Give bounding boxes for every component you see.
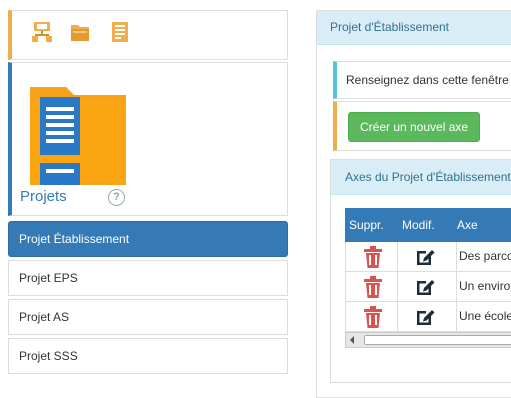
horizontal-scrollbar[interactable] xyxy=(345,332,511,348)
scroll-left-icon[interactable] xyxy=(350,336,354,344)
create-axis-button[interactable]: Créer un nouvel axe xyxy=(348,112,481,142)
column-header-axe[interactable]: Axe xyxy=(457,208,478,242)
axe-cell: Un environnement xyxy=(456,272,511,301)
projects-tile[interactable]: Projets ? xyxy=(8,62,288,216)
sidebar-item-projet-etablissement[interactable]: Projet Établissement xyxy=(8,221,288,257)
axe-cell: Des parcours xyxy=(456,242,511,271)
axes-panel: Axes du Projet d'Établissement Suppr. Mo… xyxy=(330,159,511,383)
sidebar-item-projet-as[interactable]: Projet AS xyxy=(8,299,288,335)
document-folder-icon[interactable] xyxy=(110,21,130,43)
page: Projets ? Projet Établissement Projet EP… xyxy=(0,0,511,398)
axes-panel-title: Axes du Projet d'Établissement xyxy=(331,160,511,195)
table-header: Suppr. Modif. Axe xyxy=(345,208,511,242)
trash-icon[interactable] xyxy=(363,246,383,268)
scroll-thumb[interactable] xyxy=(364,335,511,345)
column-header-modif[interactable]: Modif. xyxy=(402,208,435,242)
project-folder-icon xyxy=(30,87,126,185)
table-row: Une école xyxy=(345,302,511,332)
column-divider xyxy=(397,242,398,271)
info-message: Renseignez dans cette fenêtre xyxy=(333,61,511,99)
action-box: Créer un nouvel axe xyxy=(333,101,511,151)
edit-icon[interactable] xyxy=(415,247,435,267)
table-row: Des parcours xyxy=(345,242,511,272)
module-icon-strip xyxy=(8,10,288,60)
page-title: Projet d'Établissement xyxy=(317,11,511,45)
column-divider xyxy=(397,272,398,301)
main-panel: Projet d'Établissement Renseignez dans c… xyxy=(316,10,511,398)
sidebar-item-projet-sss[interactable]: Projet SSS xyxy=(8,338,288,374)
table-row: Un environnement xyxy=(345,272,511,302)
trash-icon[interactable] xyxy=(363,306,383,328)
axe-cell: Une école xyxy=(456,302,511,331)
trash-icon[interactable] xyxy=(363,276,383,298)
column-divider xyxy=(397,302,398,331)
org-chart-icon[interactable] xyxy=(32,21,52,43)
sidebar-item-projet-eps[interactable]: Projet EPS xyxy=(8,260,288,296)
edit-icon[interactable] xyxy=(415,277,435,297)
folder-icon[interactable] xyxy=(70,21,90,43)
help-circle-icon[interactable]: ? xyxy=(108,189,125,206)
edit-icon[interactable] xyxy=(415,307,435,327)
tile-title: Projets xyxy=(20,188,67,205)
axes-table: Suppr. Modif. Axe Des parc Un enviro Une… xyxy=(345,208,511,348)
column-header-suppr[interactable]: Suppr. xyxy=(349,208,384,242)
